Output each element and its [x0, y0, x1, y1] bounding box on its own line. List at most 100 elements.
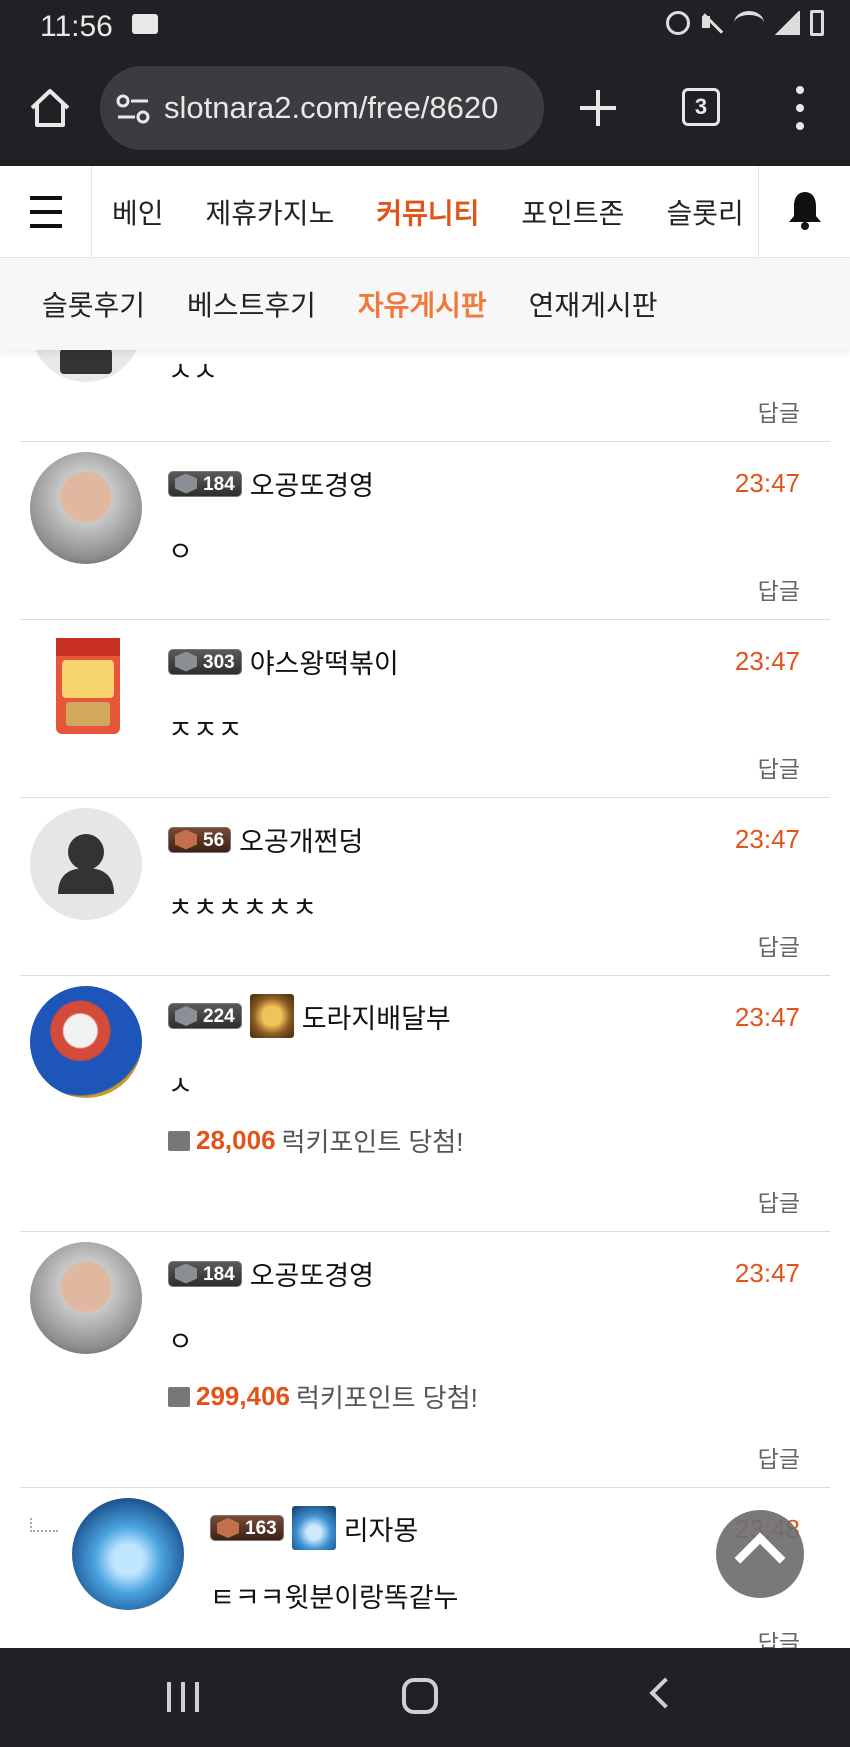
comment-time: 23:47: [734, 468, 800, 498]
level-badge: 56: [168, 826, 232, 853]
back-icon[interactable]: [649, 1677, 681, 1709]
comment-text: ㅅ: [168, 1071, 193, 1101]
lucky-amount: 28,006: [196, 1125, 276, 1155]
avatar[interactable]: [30, 986, 142, 1098]
snack-bag-image: [56, 638, 120, 734]
gift-icon: [168, 1386, 190, 1407]
comment-meta: 303 야스왕떡볶이: [168, 642, 399, 681]
reply-arrow-icon: [30, 1518, 58, 1532]
recent-apps-icon[interactable]: [165, 1682, 201, 1712]
tab-switcher-button[interactable]: 3: [682, 88, 720, 126]
lucky-amount: 299,406: [196, 1381, 290, 1411]
notifications-button[interactable]: [758, 166, 850, 258]
lucky-label: 럭키포인트 당첨!: [295, 1383, 478, 1413]
comment-item: 303 야스왕떡볶이 23:47 ㅈㅈㅈ 답글: [20, 620, 830, 798]
reply-button[interactable]: 답글: [758, 572, 800, 606]
nickname[interactable]: 오공또경영: [250, 1254, 374, 1293]
lucky-point-notice: 299,406 럭키포인트 당첨!: [168, 1378, 478, 1415]
level-badge: 184: [168, 470, 242, 497]
comment-time: 23:47: [734, 646, 800, 676]
home-nav-icon[interactable]: [402, 1678, 438, 1714]
comment-meta: 56 오공개쩐덩: [168, 820, 363, 859]
battery-icon: [810, 10, 824, 36]
badge-icon: [249, 994, 294, 1038]
person-icon: [58, 834, 114, 894]
nickname[interactable]: 도라지배달부: [302, 997, 451, 1036]
sub-nav-slot-review[interactable]: 슬롯후기: [42, 284, 145, 324]
reply-button[interactable]: 답글: [758, 750, 800, 784]
site-main-nav: 베인 제휴카지노 커뮤니티 포인트존 슬롯리: [0, 166, 850, 258]
status-time: 11:56: [40, 10, 113, 43]
nickname[interactable]: 오공개쩐덩: [239, 820, 363, 859]
avatar[interactable]: [30, 1242, 142, 1354]
level-badge: 224: [168, 1003, 242, 1029]
comment-item: 184 오공또경영 23:47 ㅇ 답글: [20, 442, 830, 620]
comment-meta: 163 리자몽: [210, 1506, 418, 1550]
comment-text: ㅇ: [168, 537, 193, 567]
status-icons: [666, 10, 824, 36]
reply-button[interactable]: 답글: [758, 1440, 800, 1474]
message-notification-icon: [132, 14, 158, 34]
sub-nav-best-review[interactable]: 베스트후기: [187, 284, 316, 324]
url-text[interactable]: slotnara2.com/free/8620: [164, 90, 536, 126]
sub-nav-free-board[interactable]: 자유게시판: [358, 284, 487, 324]
sub-nav-serial-board[interactable]: 연재게시판: [529, 284, 658, 324]
level-badge: 303: [168, 648, 242, 675]
comment-time: 23:47: [734, 1258, 800, 1288]
nav-item-slot[interactable]: 슬롯리: [666, 192, 743, 232]
mute-icon: [700, 10, 724, 36]
home-icon[interactable]: [28, 86, 72, 130]
comment-item: 224 도라지배달부 23:47 ㅅ 28,006 럭키포인트 당첨! 답글: [20, 976, 830, 1232]
reply-button[interactable]: 답글: [758, 1184, 800, 1218]
more-menu-icon[interactable]: [790, 86, 810, 130]
nickname[interactable]: 오공또경영: [250, 464, 374, 503]
comment-text: ㅈㅈㅈ: [168, 715, 243, 745]
address-bar[interactable]: slotnara2.com/free/8620: [100, 66, 544, 150]
scroll-to-top-button[interactable]: [716, 1510, 804, 1598]
default-avatar[interactable]: [30, 808, 142, 920]
system-navigation-bar: [0, 1648, 850, 1747]
comment-meta: 224 도라지배달부: [168, 994, 451, 1038]
level-badge: 163: [210, 1515, 284, 1541]
status-bar: 11:56: [0, 0, 850, 56]
comment-item: 184 오공또경영 23:47 ㅇ 299,406 럭키포인트 당첨! 답글: [20, 1232, 830, 1488]
nav-item-bein[interactable]: 베인: [112, 192, 164, 232]
reply-comment-item: 163 리자몽 23:48 ㅌㅋㅋ윗분이랑똑같누 답글: [30, 1488, 830, 1648]
nav-item-point-zone[interactable]: 포인트존: [521, 192, 624, 232]
comment-time: 23:47: [734, 824, 800, 854]
comment-text: ㅊㅊㅊㅊㅊㅊ: [168, 893, 318, 923]
comment-time: 23:47: [734, 1002, 800, 1032]
comment-list: ㅅㅅ 답글 184 오공또경영 23:47 ㅇ 답글 303 야스왕떡볶이 23…: [0, 350, 850, 1648]
avatar[interactable]: [72, 1498, 184, 1610]
hamburger-menu-icon[interactable]: [0, 166, 92, 258]
reply-button[interactable]: 답글: [758, 394, 800, 428]
lucky-label: 럭키포인트 당첨!: [281, 1127, 464, 1157]
comment-text: ㅇ: [168, 1327, 193, 1357]
nickname[interactable]: 야스왕떡볶이: [250, 642, 399, 681]
reply-button[interactable]: 답글: [758, 928, 800, 962]
comment-item: ㅅㅅ 답글: [20, 350, 830, 442]
gift-icon: [168, 1130, 190, 1151]
new-tab-icon[interactable]: [578, 88, 618, 128]
comment-meta: 184 오공또경영: [168, 464, 374, 503]
avatar[interactable]: [30, 630, 142, 742]
community-sub-nav: 슬롯후기 베스트후기 자유게시판 연재게시판: [0, 258, 850, 350]
bell-icon: [789, 192, 821, 230]
level-badge: 184: [168, 1260, 242, 1287]
avatar[interactable]: [30, 452, 142, 564]
comment-text: ㅌㅋㅋ윗분이랑똑같누: [210, 1583, 459, 1613]
comment-item: 56 오공개쩐덩 23:47 ㅊㅊㅊㅊㅊㅊ 답글: [20, 798, 830, 976]
wifi-icon: [734, 11, 764, 35]
avatar[interactable]: [30, 350, 142, 382]
nickname[interactable]: 리자몽: [344, 1509, 419, 1548]
nav-item-partner-casino[interactable]: 제휴카지노: [206, 192, 335, 232]
alarm-icon: [666, 11, 690, 35]
main-nav-items: 베인 제휴카지노 커뮤니티 포인트존 슬롯리: [92, 166, 760, 258]
site-settings-icon[interactable]: [116, 94, 150, 124]
signal-icon: [774, 11, 800, 35]
browser-toolbar: slotnara2.com/free/8620 3: [0, 56, 850, 166]
nav-item-community[interactable]: 커뮤니티: [376, 192, 479, 232]
badge-icon: [291, 1506, 336, 1550]
comment-meta: 184 오공또경영: [168, 1254, 374, 1293]
reply-button[interactable]: 답글: [758, 1624, 800, 1648]
